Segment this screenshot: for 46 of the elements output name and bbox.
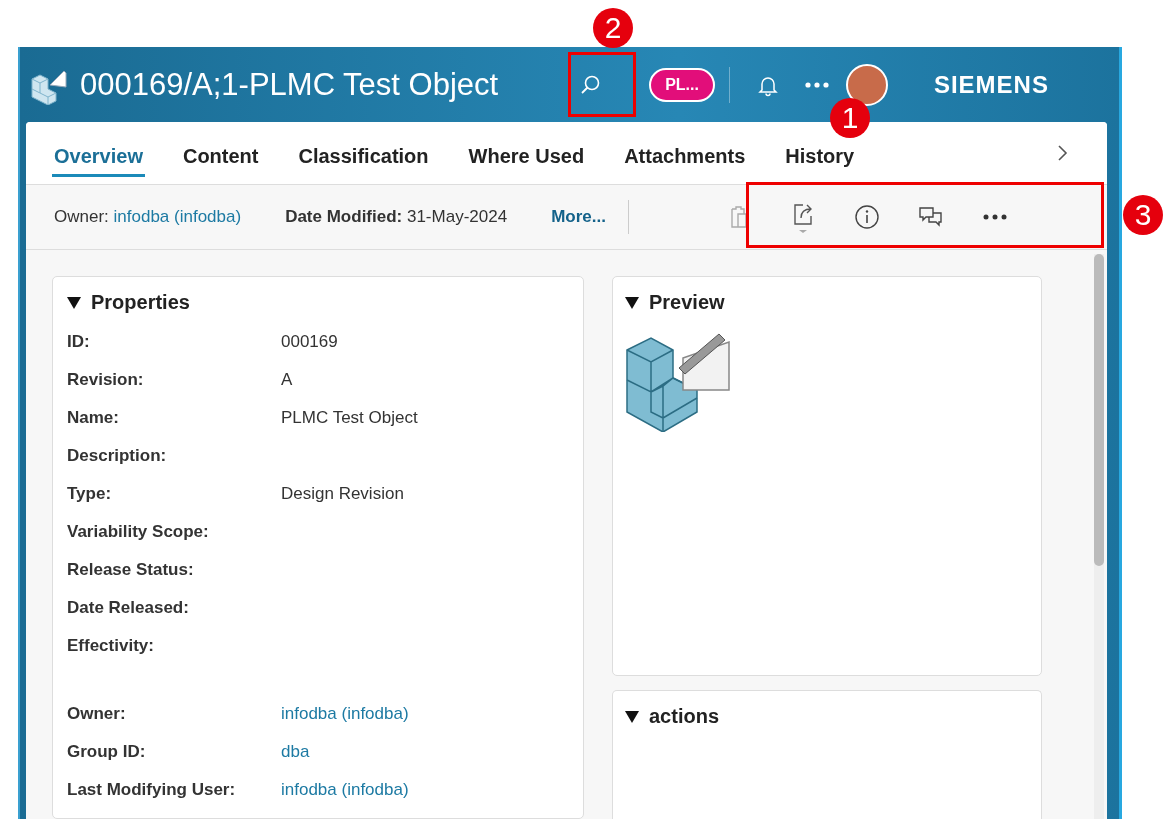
property-label: Type:	[67, 484, 113, 504]
tab[interactable]: History	[783, 141, 857, 177]
property-label: Revision:	[67, 370, 145, 390]
property-label: Description:	[67, 446, 168, 466]
property-label: Name:	[67, 408, 120, 428]
property-label: Effectivity:	[67, 636, 155, 656]
callout-number: 3	[1123, 195, 1163, 235]
property-value: PLMC Test Object	[281, 408, 418, 428]
user-avatar[interactable]	[845, 63, 888, 106]
highlight-frame	[568, 52, 636, 117]
brand-logo: SIEMENS	[933, 70, 1049, 99]
property-label: ID:	[67, 332, 91, 352]
collapse-triangle-icon[interactable]	[625, 710, 639, 723]
property-value: 000169	[281, 332, 338, 352]
chevron-right-icon[interactable]	[1055, 144, 1069, 162]
date-modified-info: Date Modified: 31-May-2024	[285, 207, 508, 227]
property-label: Owner:	[67, 704, 127, 724]
collapse-triangle-icon[interactable]	[67, 296, 81, 309]
owner-info: Owner: infodba (infodba)	[54, 207, 242, 227]
property-label: Date Released:	[67, 598, 190, 618]
tab[interactable]: Classification	[296, 141, 431, 177]
property-label: Group ID:	[67, 742, 147, 762]
property-value: Design Revision	[281, 484, 404, 504]
section-title: actions	[649, 705, 720, 728]
tab[interactable]: Overview	[52, 141, 145, 177]
section-title: Properties	[91, 291, 190, 314]
property-label: Last Modifying User:	[67, 780, 237, 800]
scrollbar[interactable]	[1094, 254, 1104, 819]
property-link[interactable]: infodba (infodba)	[281, 780, 409, 800]
property-link[interactable]: infodba (infodba)	[281, 704, 409, 724]
tab[interactable]: Content	[180, 141, 261, 177]
property-label: Variability Scope:	[67, 522, 210, 542]
user-badge[interactable]: PL...	[649, 67, 715, 102]
section-title: Preview	[649, 291, 725, 314]
property-link[interactable]: dba	[281, 742, 310, 762]
tab[interactable]: Attachments	[622, 141, 748, 177]
more-link[interactable]: More...	[551, 207, 606, 227]
property-label: Release Status:	[67, 560, 195, 580]
more-options-icon[interactable]	[803, 80, 830, 89]
callout-number: 2	[593, 8, 633, 48]
property-value: A	[281, 370, 293, 390]
owner-link[interactable]: infodba (infodba)	[113, 207, 242, 226]
info-icon[interactable]	[852, 203, 881, 231]
window-title: 000169/A;1-PLMC Test Object	[80, 66, 499, 103]
tab[interactable]: Where Used	[466, 141, 587, 177]
collapse-triangle-icon[interactable]	[625, 296, 639, 309]
